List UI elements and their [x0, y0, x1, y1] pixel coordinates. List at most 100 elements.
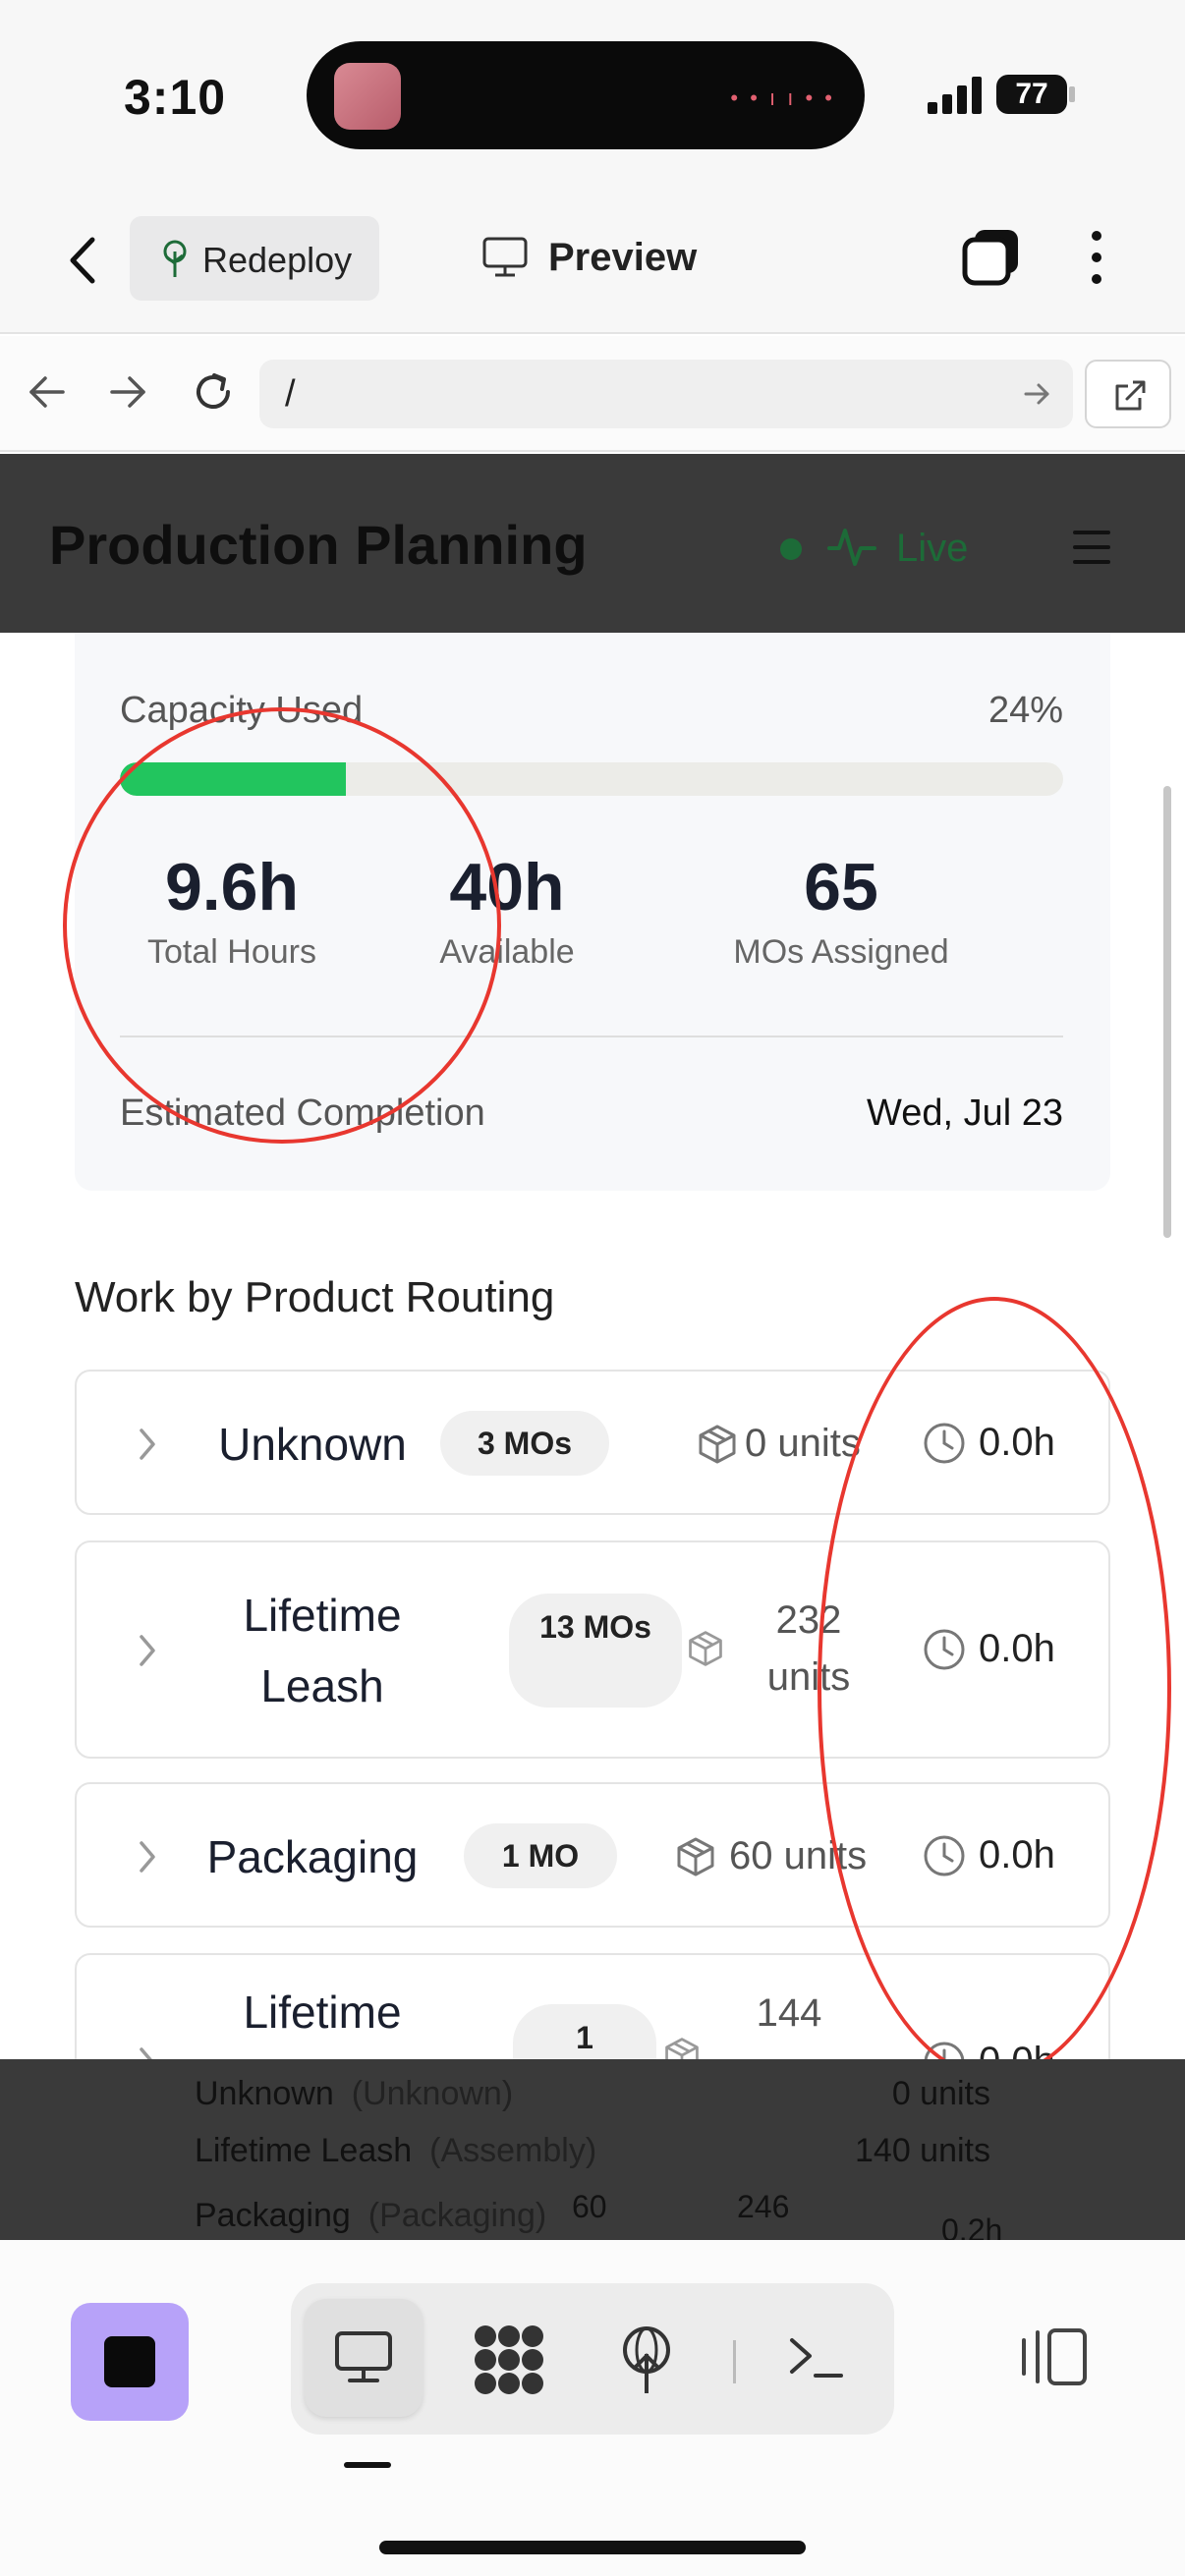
url-input[interactable]: / [259, 360, 1073, 428]
page-title: Production Planning [49, 514, 588, 576]
overlay-name: Lifetime Leash [195, 2132, 413, 2169]
hamburger-icon[interactable] [1073, 531, 1110, 564]
preview-label: Preview [548, 236, 698, 279]
routing-row[interactable]: Lifetime Leash 13 MOs 232 units 0.0h [75, 1540, 1110, 1759]
split-view-icon[interactable] [1018, 2326, 1091, 2387]
overlay-hours: 0.2h [941, 2212, 1003, 2240]
arrow-left-icon[interactable] [26, 370, 69, 414]
hours-value: 0.0h [979, 2040, 1055, 2059]
desktop-icon [335, 2331, 392, 2382]
overlay-type: (Unknown) [351, 2075, 514, 2112]
dynamic-island: • • ı ı • • [307, 41, 865, 149]
overlay-row: Unknown (Unknown) 0 units [195, 2075, 990, 2113]
overlay-name: Unknown [195, 2075, 334, 2112]
floating-summary-panel: Unknown (Unknown) 0 units Lifetime Leash (… [0, 2059, 1185, 2240]
capacity-summary-card: Capacity Used 24% 9.6h Total Hours 40h A… [75, 633, 1110, 1191]
live-label: Live [896, 527, 969, 570]
capacity-percent: 24% [988, 690, 1063, 731]
clock-icon [924, 1835, 965, 1876]
main-content[interactable]: Capacity Used 24% 9.6h Total Hours 40h A… [0, 633, 1185, 2059]
media-thumbnail [334, 63, 401, 130]
estimated-completion-date: Wed, Jul 23 [867, 1092, 1063, 1134]
hours-value: 0.0h [979, 1833, 1055, 1876]
back-chevron-icon[interactable] [59, 226, 108, 295]
stat-label: MOs Assigned [733, 933, 949, 971]
overlay-units: 0 units [891, 2075, 990, 2112]
package-icon [689, 1631, 722, 1666]
stop-button[interactable] [71, 2303, 189, 2421]
routing-name: Unknown [218, 1419, 407, 1470]
arrow-right-icon[interactable] [106, 370, 149, 414]
battery-icon: 77 [996, 75, 1067, 114]
home-indicator[interactable] [379, 2541, 806, 2554]
desktop-mode-button[interactable] [305, 2299, 423, 2417]
routing-row[interactable]: Lifetime 1 144 0.0h [75, 1953, 1110, 2059]
mo-count-badge: 1 [513, 2004, 656, 2059]
chevron-right-icon[interactable] [136, 2044, 159, 2059]
live-status-dot [780, 538, 802, 560]
overlay-value: 60 [572, 2189, 607, 2224]
units-value: 144 [756, 1991, 822, 2035]
mo-count-badge: 13 MOs [509, 1594, 682, 1708]
activity-icon [827, 529, 876, 566]
package-icon [665, 2038, 699, 2059]
reload-icon[interactable] [189, 367, 238, 417]
monitor-icon [482, 237, 528, 277]
redeploy-button[interactable]: Redeploy [130, 216, 379, 301]
audio-wave-icon: • • ı ı • • [730, 85, 835, 110]
capacity-progress-bar [120, 762, 1063, 796]
capacity-progress-fill [120, 762, 347, 796]
stat-value: 65 [804, 850, 878, 924]
routing-name: Packaging [206, 1831, 419, 1882]
nodes-icon[interactable] [472, 2323, 546, 2397]
routing-row[interactable]: Packaging 1 MO 60 units 0.0h [75, 1782, 1110, 1928]
hours-value: 0.0h [979, 1421, 1055, 1464]
mo-count-badge: 1 MO [464, 1823, 617, 1888]
browser-toolbar: Redeploy Preview [0, 196, 1185, 334]
go-arrow-icon[interactable] [1022, 379, 1051, 409]
divider [120, 1036, 1063, 1037]
external-link-icon [1115, 380, 1146, 411]
section-title: Work by Product Routing [75, 1273, 555, 1321]
signal-icon [928, 77, 982, 114]
stat-total-hours: 9.6h Total Hours [75, 849, 389, 972]
status-bar: 3:10 • • ı ı • • 77 [0, 0, 1185, 196]
stat-available: 40h Available [350, 849, 664, 972]
mode-switcher [291, 2283, 894, 2435]
scrollbar[interactable] [1163, 786, 1171, 1238]
terminal-icon[interactable] [786, 2332, 845, 2383]
routing-name: Lifetime [243, 1987, 402, 2038]
clock-time: 3:10 [124, 70, 227, 125]
url-bar: / [0, 336, 1185, 452]
stat-value: 9.6h [164, 850, 300, 924]
mo-count-badge: 3 MOs [440, 1411, 609, 1476]
routing-row[interactable]: Unknown 3 MOs 0 units 0.0h [75, 1370, 1110, 1515]
stat-label: Total Hours [147, 933, 316, 971]
open-external-button[interactable] [1085, 360, 1171, 428]
stat-label: Available [439, 933, 575, 971]
overlay-value: 246 [737, 2189, 790, 2224]
tabs-icon[interactable] [961, 226, 1024, 289]
units-value: 232 units [766, 1598, 851, 1699]
chevron-right-icon[interactable] [136, 1837, 159, 1876]
routing-name: Lifetime Leash [243, 1590, 402, 1711]
redeploy-label: Redeploy [202, 240, 353, 280]
hours-value: 0.0h [979, 1627, 1055, 1670]
deploy-icon[interactable] [615, 2324, 678, 2395]
bottom-dock [0, 2240, 1185, 2576]
clock-icon [924, 2042, 965, 2059]
chevron-right-icon[interactable] [136, 1631, 159, 1670]
chevron-right-icon[interactable] [136, 1425, 159, 1464]
more-vertical-icon[interactable] [1075, 226, 1118, 289]
overlay-units: 140 units [855, 2132, 990, 2169]
tree-icon [163, 240, 187, 277]
app-header: Production Planning Live [0, 454, 1185, 633]
overlay-type: (Packaging) [367, 2197, 547, 2234]
units-value: 60 units [729, 1834, 868, 1877]
package-icon [677, 1837, 714, 1876]
divider [733, 2340, 736, 2383]
stat-mos-assigned: 65 MOs Assigned [684, 849, 998, 972]
clock-icon [924, 1629, 965, 1670]
package-icon [699, 1425, 736, 1464]
estimated-completion-label: Estimated Completion [120, 1092, 485, 1134]
